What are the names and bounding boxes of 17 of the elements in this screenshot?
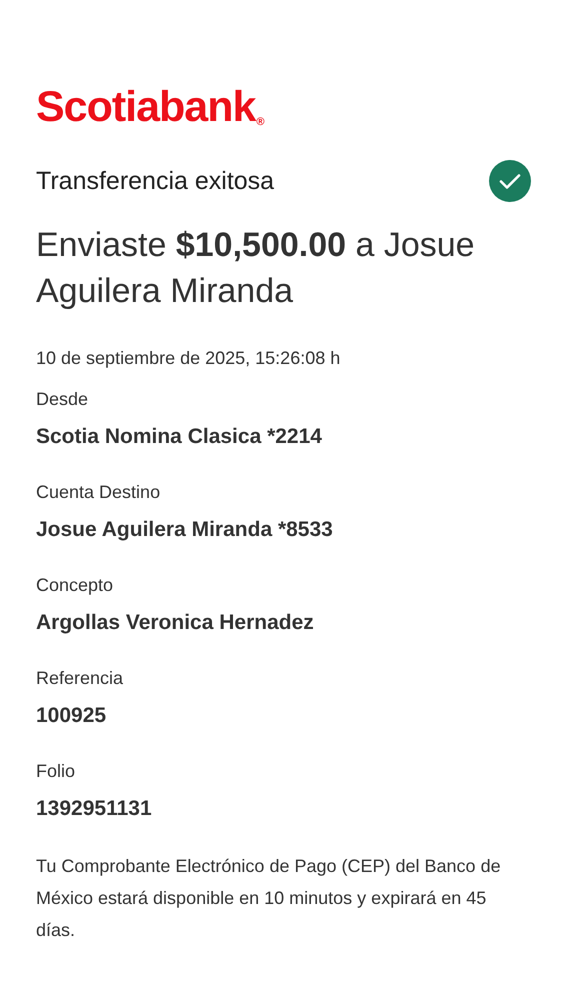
detail-value: 100925 — [36, 703, 108, 729]
logo-wordmark: Scotiabank — [36, 84, 256, 130]
cep-note: Tu Comprobante Electrónico de Pago (CEP) del Banco de México estará disponible en 10 minutos y expirará en 45 días. — [36, 855, 502, 942]
success-check-icon — [489, 160, 531, 202]
detail-value: 1392951131 — [36, 796, 153, 822]
registered-mark: ® — [256, 116, 265, 128]
transfer-summary: Enviaste $10,500.00 a Josue Aguilera Miranda — [36, 225, 476, 312]
detail-label: Cuenta Destino — [36, 481, 162, 504]
detail-value: Josue Aguilera Miranda *8533 — [36, 517, 334, 543]
transfer-date: 10 de septiembre de 2025, 15:26:08 h — [36, 347, 342, 370]
status-title: Transferencia exitosa — [36, 166, 274, 197]
detail-label: Concepto — [36, 574, 114, 597]
detail-value: Argollas Veronica Hernadez — [36, 610, 315, 636]
detail-label: Referencia — [36, 667, 124, 690]
detail-label: Folio — [36, 760, 76, 783]
detail-value: Scotia Nomina Clasica *2214 — [36, 424, 323, 450]
detail-label: Desde — [36, 388, 90, 411]
